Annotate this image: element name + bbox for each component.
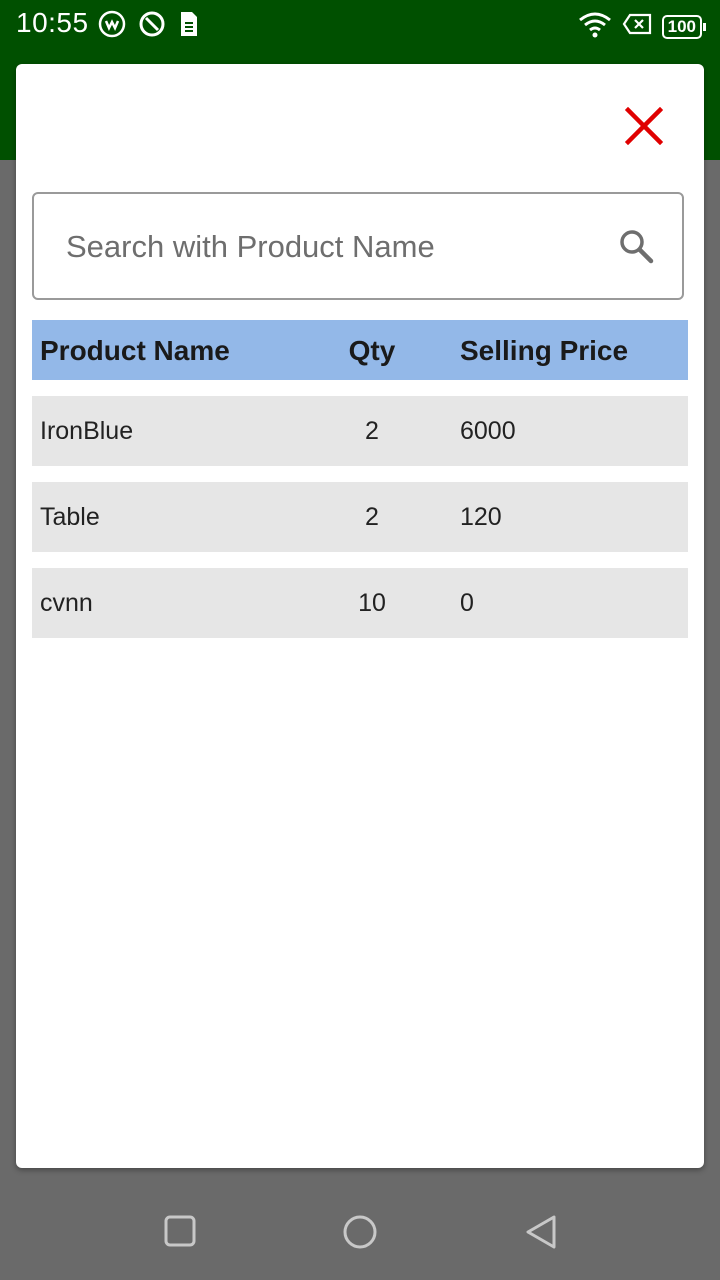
status-right-icons: 100	[578, 10, 706, 43]
whatsapp-icon	[98, 10, 126, 43]
back-icon	[526, 1215, 556, 1249]
status-left-icons	[98, 10, 200, 43]
no-sim-icon	[622, 13, 652, 40]
row-selling-price: 0	[460, 589, 474, 617]
recents-icon	[164, 1215, 196, 1247]
search-input[interactable]	[64, 194, 608, 300]
row-selling-price: 6000	[460, 417, 516, 445]
wifi-icon	[578, 10, 612, 43]
home-icon	[343, 1215, 377, 1249]
sync-icon	[138, 10, 166, 43]
row-product-name: cvnn	[40, 589, 93, 617]
table-header: Product Name Qty Selling Price	[32, 320, 688, 380]
close-icon	[624, 106, 664, 150]
header-selling-price: Selling Price	[460, 335, 629, 366]
row-product-name: IronBlue	[40, 417, 134, 445]
battery-level: 100	[661, 14, 702, 39]
search-icon[interactable]	[618, 228, 654, 269]
row-selling-price: 120	[460, 503, 502, 531]
search-box[interactable]	[32, 192, 684, 300]
row-product-name: Table	[40, 503, 100, 531]
row-qty: 2	[365, 503, 379, 531]
table-row[interactable]: Table 2 120	[32, 482, 688, 552]
table-row[interactable]: cvnn 10 0	[32, 568, 688, 638]
table-row[interactable]: IronBlue 2 6000	[32, 396, 688, 466]
status-time: 10:55	[16, 7, 89, 38]
close-button[interactable]	[620, 104, 668, 152]
recents-button[interactable]	[164, 1214, 196, 1253]
home-button[interactable]	[342, 1214, 378, 1255]
row-qty: 2	[365, 417, 379, 445]
product-search-dialog: Product Name Qty Selling Price IronBlue …	[16, 64, 704, 1168]
header-product-name: Product Name	[40, 335, 230, 366]
row-qty: 10	[358, 589, 386, 617]
header-qty: Qty	[348, 335, 396, 366]
battery-icon: 100	[661, 14, 706, 39]
sim-icon	[178, 10, 200, 43]
navigation-bar	[0, 1184, 720, 1280]
status-bar: 10:55 100	[0, 0, 720, 48]
back-button[interactable]	[524, 1214, 558, 1255]
